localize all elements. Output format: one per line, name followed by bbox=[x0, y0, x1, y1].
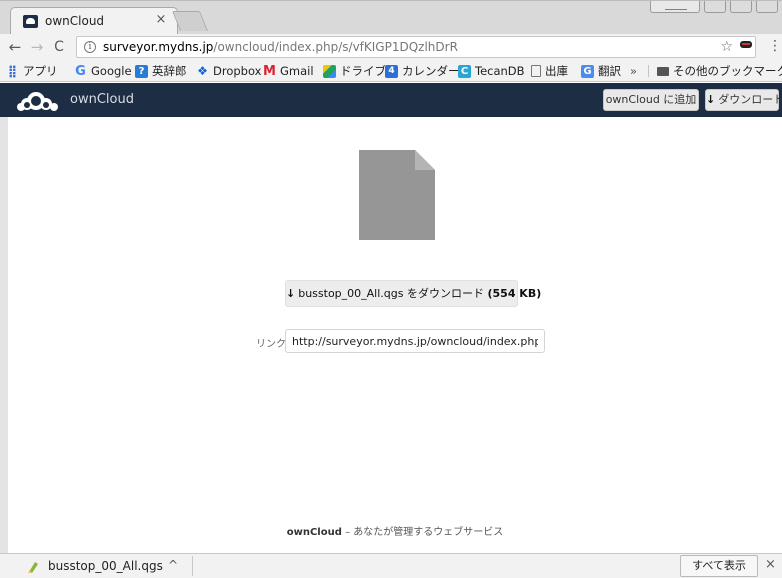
download-file-label: busstop_00_All.qgs をダウンロード bbox=[298, 287, 484, 300]
link-label: リンク bbox=[256, 339, 286, 350]
chevron-up-icon[interactable]: ^ bbox=[168, 558, 178, 572]
shelf-divider bbox=[192, 556, 193, 576]
profile-button[interactable] bbox=[650, 1, 700, 13]
info-icon[interactable]: i bbox=[84, 41, 96, 53]
forward-arrow-icon[interactable]: → bbox=[28, 38, 46, 56]
bookmark-label: Google bbox=[91, 64, 132, 78]
url-text[interactable]: surveyor.mydns.jp/owncloud/index.php/s/v… bbox=[103, 40, 458, 54]
owncloud-logo-icon[interactable] bbox=[16, 90, 62, 112]
app-name: ownCloud bbox=[70, 92, 134, 107]
bookmark-label: 翻訳 bbox=[598, 64, 621, 78]
minimize-button[interactable] bbox=[704, 1, 726, 13]
add-to-owncloud-button[interactable]: ownCloud に追加 bbox=[603, 89, 699, 111]
maximize-button[interactable] bbox=[730, 1, 752, 13]
download-arrow-icon: ↓ bbox=[706, 93, 716, 106]
tecandb-icon: C bbox=[458, 64, 471, 78]
bookmark-honyaku[interactable]: G 翻訳 bbox=[581, 63, 621, 79]
apps-grid-icon: ⣿ bbox=[7, 63, 18, 78]
extension-icon[interactable] bbox=[740, 41, 752, 48]
show-all-button[interactable]: すべて表示 bbox=[680, 555, 758, 577]
bookmarks-bar: ⣿ アプリ G Google ? 英辞郎 ❖ Dropbox M Gmail ドライブ 4… bbox=[0, 60, 782, 82]
downloaded-file-name[interactable]: busstop_00_All.qgs bbox=[48, 559, 163, 573]
download-arrow-icon: ↓ bbox=[286, 287, 296, 300]
tab-owncloud[interactable]: ownCloud × bbox=[10, 7, 178, 35]
footer-tagline: – あなたが管理するウェブサービス bbox=[341, 527, 504, 538]
url-host: surveyor.mydns.jp bbox=[103, 40, 214, 54]
bookmark-eijiro[interactable]: ? 英辞郎 bbox=[135, 63, 187, 79]
tab-title: ownCloud bbox=[45, 14, 105, 28]
tab-strip: ownCloud × bbox=[0, 0, 782, 35]
bookmark-gmail[interactable]: M Gmail bbox=[263, 63, 314, 79]
qgs-file-icon bbox=[28, 562, 38, 573]
calendar-icon: 4 bbox=[385, 64, 398, 78]
bookmark-tecandb[interactable]: C TecanDB bbox=[458, 63, 525, 79]
bookmark-shukko[interactable]: 出庫 bbox=[531, 63, 568, 79]
reload-icon[interactable]: C bbox=[50, 38, 68, 56]
close-icon[interactable]: × bbox=[765, 557, 776, 572]
window-controls bbox=[650, 1, 778, 15]
bookmark-other[interactable]: その他のブックマーク bbox=[657, 63, 782, 79]
bookmark-label: 英辞郎 bbox=[152, 64, 187, 78]
main-content: ↓ busstop_00_All.qgs をダウンロード (554 KB) リンク… bbox=[0, 117, 782, 553]
bookmark-apps[interactable]: ⣿ アプリ bbox=[6, 63, 58, 79]
bookmark-label: Gmail bbox=[280, 64, 314, 78]
owncloud-favicon-icon bbox=[23, 15, 38, 28]
owncloud-header: ownCloud ownCloud に追加 ↓ ダウンロード bbox=[0, 83, 782, 117]
back-arrow-icon[interactable]: ← bbox=[6, 38, 24, 56]
bookmark-label: Dropbox bbox=[213, 64, 262, 78]
eijiro-icon: ? bbox=[135, 64, 148, 78]
bookmarks-more-button[interactable]: » bbox=[630, 63, 637, 79]
google-icon: G bbox=[75, 63, 86, 79]
header-download-label: ダウンロード bbox=[718, 93, 782, 106]
download-shelf: busstop_00_All.qgs ^ すべて表示 × bbox=[0, 553, 782, 578]
header-download-button[interactable]: ↓ ダウンロード bbox=[705, 89, 782, 111]
window-close-button[interactable] bbox=[756, 1, 778, 13]
bookmark-dropbox[interactable]: ❖ Dropbox bbox=[196, 63, 261, 79]
dropbox-icon: ❖ bbox=[197, 63, 208, 78]
address-bar[interactable]: i surveyor.mydns.jp/owncloud/index.php/s… bbox=[76, 36, 756, 58]
translate-icon: G bbox=[581, 64, 594, 78]
download-file-button[interactable]: ↓ busstop_00_All.qgs をダウンロード (554 KB) bbox=[285, 280, 541, 307]
gmail-icon: M bbox=[263, 63, 276, 79]
bookmark-label: アプリ bbox=[23, 64, 58, 78]
bookmark-label: ドライブ bbox=[340, 64, 386, 78]
footer: ownCloud – あなたが管理するウェブサービス bbox=[8, 523, 782, 538]
bookmark-label: 出庫 bbox=[545, 64, 568, 78]
browser-toolbar: ← → C i surveyor.mydns.jp/owncloud/index… bbox=[0, 34, 782, 60]
page-icon bbox=[531, 65, 541, 77]
bookmark-label: カレンダー bbox=[402, 64, 460, 78]
footer-brand-link[interactable]: ownCloud bbox=[287, 527, 342, 538]
bookmarks-divider bbox=[648, 65, 649, 77]
tab-close-icon[interactable]: × bbox=[153, 12, 169, 28]
star-icon[interactable]: ☆ bbox=[720, 39, 733, 55]
bookmark-google[interactable]: G Google bbox=[74, 63, 132, 79]
bookmark-label: その他のブックマーク bbox=[673, 64, 782, 78]
bookmark-drive[interactable]: ドライブ bbox=[323, 63, 386, 79]
drive-icon bbox=[323, 64, 336, 78]
file-icon bbox=[359, 150, 435, 240]
bookmark-calendar[interactable]: 4 カレンダー bbox=[385, 63, 460, 79]
bookmark-label: TecanDB bbox=[475, 64, 525, 78]
url-path: /owncloud/index.php/s/vfKIGP1DQzlhDrR bbox=[213, 40, 458, 54]
share-link-input[interactable] bbox=[285, 329, 545, 353]
menu-icon[interactable]: ⋮ bbox=[768, 38, 782, 54]
file-size: (554 KB) bbox=[487, 287, 542, 300]
folder-icon bbox=[657, 66, 669, 76]
